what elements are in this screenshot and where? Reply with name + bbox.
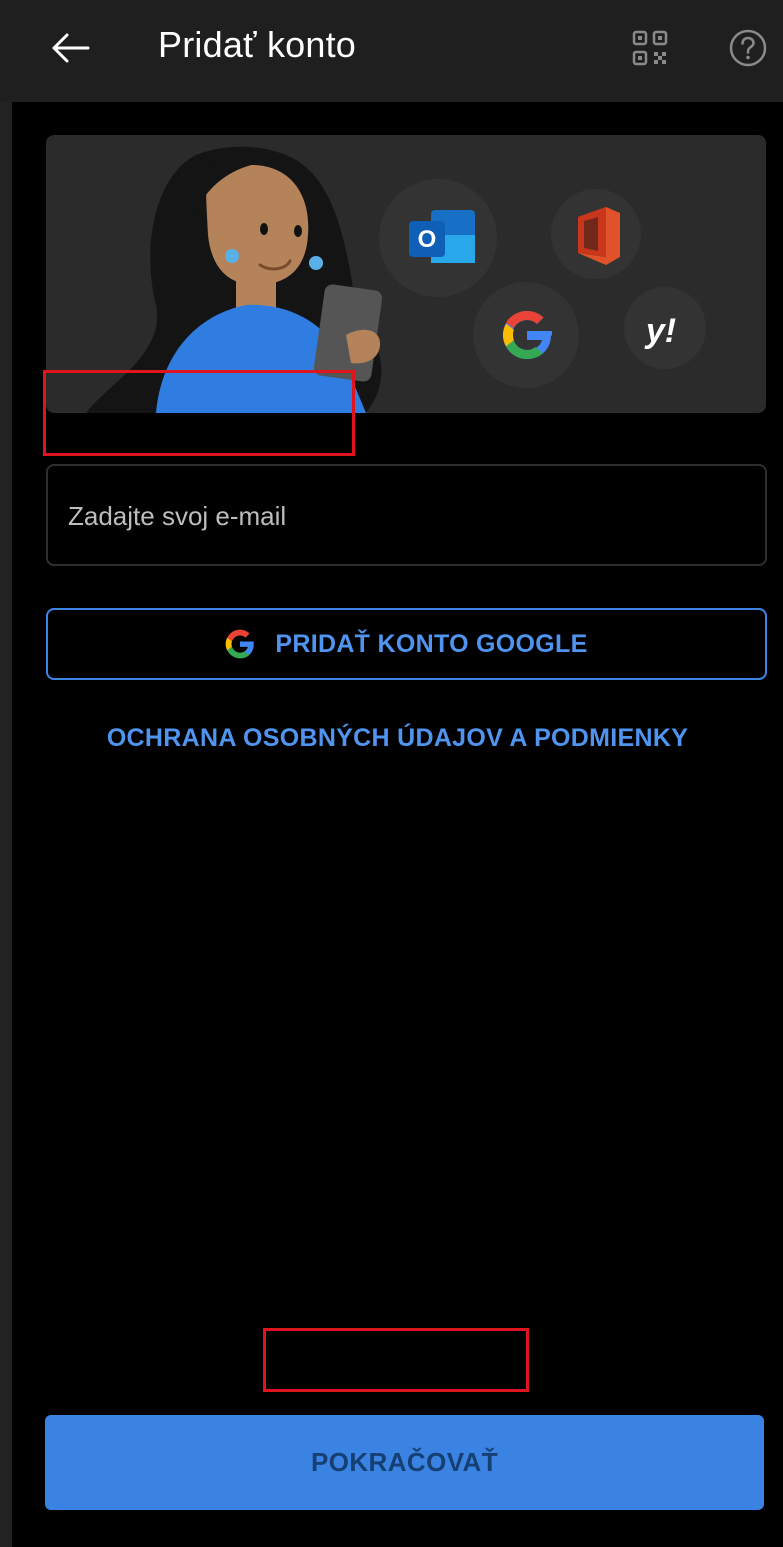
add-google-account-label: PRIDAŤ KONTO GOOGLE (275, 629, 588, 658)
svg-text:y!: y! (644, 312, 676, 350)
add-google-account-button[interactable]: PRIDAŤ KONTO GOOGLE (46, 608, 767, 680)
email-input[interactable] (66, 490, 750, 542)
continue-button[interactable]: POKRAČOVAŤ (45, 1415, 764, 1510)
back-button[interactable] (44, 22, 96, 74)
email-field[interactable] (46, 464, 767, 566)
app-bar: Pridať konto (0, 0, 783, 102)
help-circle-icon (729, 29, 767, 67)
page-title: Pridať konto (158, 24, 357, 65)
main-content: O y! Zadajte svoj e-mail PRIDAŤ KONTO GO… (12, 102, 783, 1547)
google-icon (226, 629, 255, 659)
yahoo-logo-icon: y! (644, 312, 676, 350)
help-button[interactable] (728, 28, 768, 68)
arrow-left-icon (52, 33, 90, 63)
svg-text:O: O (418, 226, 437, 253)
privacy-terms-link[interactable]: OCHRANA OSOBNÝCH ÚDAJOV A PODMIENKY (12, 724, 783, 753)
left-edge (0, 102, 12, 1547)
illustration: O y! (86, 146, 706, 413)
qr-code-icon (632, 30, 668, 66)
continue-label: POKRAČOVAŤ (311, 1447, 498, 1477)
illustration-banner: O y! (46, 135, 766, 413)
qr-code-button[interactable] (630, 28, 670, 68)
